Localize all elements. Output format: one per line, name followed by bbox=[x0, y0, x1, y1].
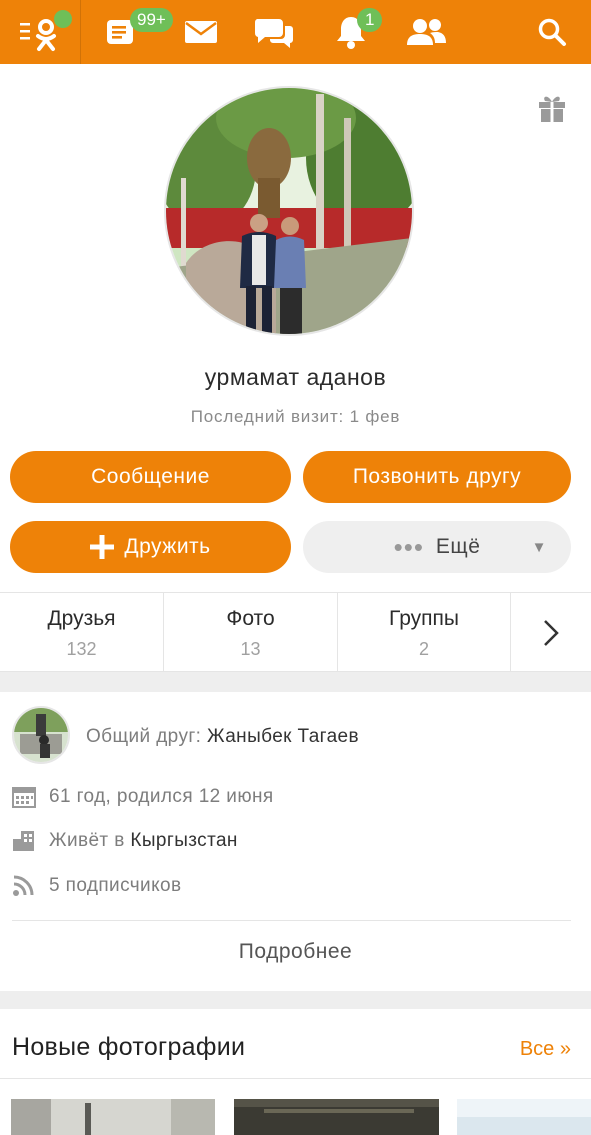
chevron-right-icon bbox=[544, 620, 559, 646]
profile-name: урмамат аданов bbox=[204, 364, 387, 390]
message-button[interactable]: Сообщение bbox=[10, 451, 291, 503]
calendar-icon bbox=[12, 786, 36, 813]
envelope-icon bbox=[185, 21, 217, 43]
profile-avatar[interactable] bbox=[164, 86, 414, 336]
notifications-badge: 1 bbox=[357, 8, 383, 32]
mutual-friend-photo bbox=[14, 708, 68, 762]
mutual-friend-avatar[interactable] bbox=[12, 706, 70, 764]
photo-thumbnail[interactable] bbox=[457, 1099, 591, 1135]
call-friend-button[interactable]: Позвонить другу bbox=[303, 451, 571, 503]
photo-thumbnail-image bbox=[234, 1099, 439, 1135]
chat-bubbles-icon bbox=[254, 19, 293, 48]
section-separator bbox=[0, 672, 591, 692]
call-friend-button-label: Позвонить другу bbox=[352, 465, 522, 488]
tab-photos-label: Фото bbox=[226, 607, 275, 630]
dropdown-caret-icon: ▼ bbox=[531, 538, 547, 556]
more-actions-label: Ещё bbox=[435, 535, 481, 558]
tabs-next-button[interactable] bbox=[511, 593, 591, 673]
lives-in-label: Живёт в bbox=[49, 830, 125, 851]
photo-thumbnail[interactable] bbox=[234, 1099, 439, 1135]
ellipsis-icon: ••• bbox=[393, 532, 424, 562]
mutual-friend-name[interactable]: Жаныбек Тагаев bbox=[207, 726, 359, 747]
location-building-icon bbox=[12, 829, 36, 858]
tab-friends-label: Друзья bbox=[47, 607, 116, 630]
top-navigation-bar: 99+ 1 bbox=[0, 0, 591, 64]
profile-photo bbox=[166, 88, 412, 334]
birthday-text: 61 год, родился 12 июня bbox=[49, 786, 274, 807]
photos-divider bbox=[0, 1078, 591, 1079]
all-photos-link[interactable]: Все » bbox=[520, 1038, 571, 1061]
rss-icon bbox=[12, 875, 34, 902]
menu-logo-button[interactable] bbox=[10, 0, 72, 64]
message-button-label: Сообщение bbox=[91, 465, 210, 488]
tab-friends-count: 132 bbox=[66, 639, 97, 659]
tab-friends[interactable]: Друзья 132 bbox=[0, 593, 164, 673]
details-link[interactable]: Подробнее bbox=[0, 940, 591, 964]
gift-button[interactable] bbox=[536, 92, 568, 129]
lives-in-place[interactable]: Кыргызстан bbox=[130, 830, 237, 851]
add-friend-button-label: Дружить bbox=[124, 535, 211, 558]
tab-groups-count: 2 bbox=[418, 639, 429, 659]
tab-photos-count: 13 bbox=[240, 639, 261, 659]
add-friend-button[interactable]: Дружить bbox=[10, 521, 291, 573]
photo-thumbnail[interactable] bbox=[11, 1099, 215, 1135]
friends-button[interactable] bbox=[404, 0, 448, 64]
mutual-friend-label: Общий друг: bbox=[86, 726, 202, 747]
online-indicator bbox=[54, 10, 72, 28]
search-icon bbox=[538, 18, 566, 46]
photo-thumbnail-image bbox=[457, 1099, 591, 1135]
plus-icon bbox=[90, 535, 115, 559]
gift-icon bbox=[539, 96, 565, 122]
lives-in-row: Живёт в Кыргызстан bbox=[49, 830, 549, 852]
topbar-divider bbox=[80, 0, 81, 64]
tab-photos[interactable]: Фото 13 bbox=[164, 593, 338, 673]
more-actions-dropdown[interactable]: ••• Ещё ▼ bbox=[303, 521, 571, 573]
mail-button[interactable] bbox=[180, 0, 222, 64]
tab-groups-label: Группы bbox=[389, 607, 459, 630]
tab-groups[interactable]: Группы 2 bbox=[338, 593, 511, 673]
people-icon bbox=[407, 19, 446, 45]
last-visit-text: Последний визит: 1 фев bbox=[190, 407, 401, 426]
profile-tabs: Друзья 132 Фото 13 Группы 2 bbox=[0, 592, 591, 673]
chat-button[interactable] bbox=[252, 0, 296, 64]
section-separator bbox=[0, 991, 591, 1009]
photo-thumbnail-image bbox=[11, 1099, 215, 1135]
mutual-friend-row[interactable]: Общий друг: Жаныбек Тагаев bbox=[86, 726, 566, 748]
messages-badge: 99+ bbox=[130, 8, 173, 32]
subscribers-text[interactable]: 5 подписчиков bbox=[49, 875, 549, 897]
search-button[interactable] bbox=[532, 0, 572, 64]
info-divider bbox=[12, 920, 571, 921]
new-photos-title: Новые фотографии bbox=[12, 1033, 246, 1061]
